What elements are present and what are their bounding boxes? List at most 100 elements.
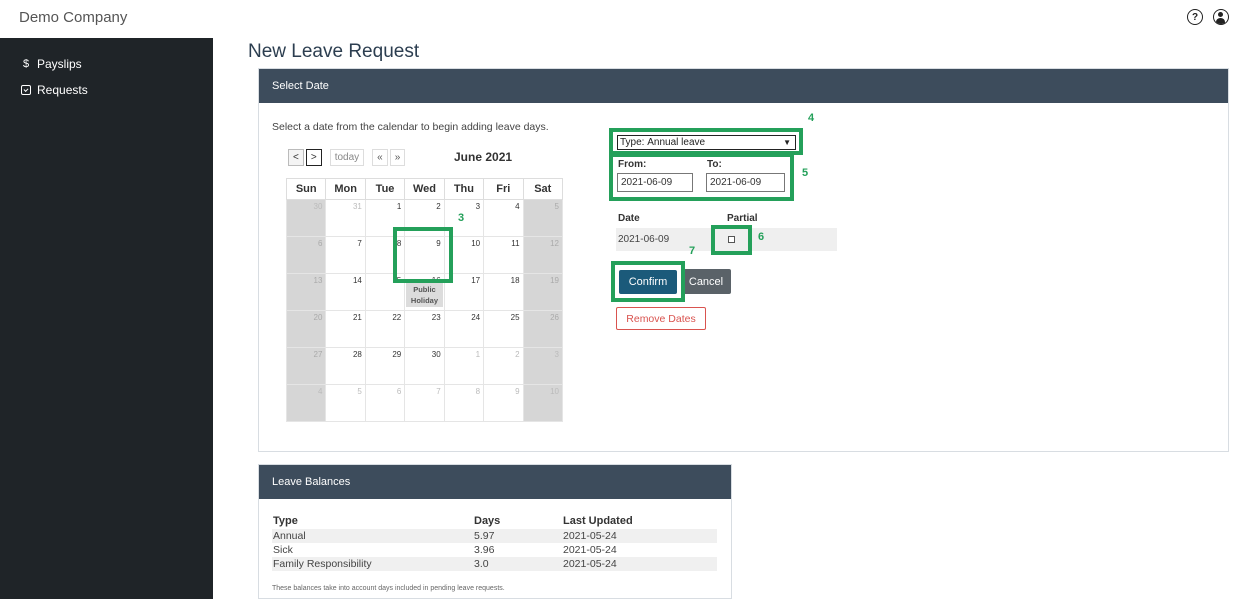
calendar-day-number: 7 [357,239,362,248]
annotation-box-3 [393,227,453,283]
calendar-month-title: June 2021 [454,150,513,164]
calendar-day[interactable]: 6 [364,384,406,422]
balance-row: Annual 5.97 2021-05-24 [272,529,717,543]
balance-cell: Family Responsibility [273,558,372,570]
calendar-day-number: 4 [515,202,520,211]
weekday-header: Wed [404,178,445,200]
sidebar-item-payslips[interactable]: $ Payslips [0,51,213,77]
calendar-day[interactable]: 22 [364,310,406,348]
calendar-day-number: 11 [511,239,520,248]
calendar-day-number: 31 [352,202,362,211]
calendar-week: 27 28 29 30 1 2 3 [285,347,564,385]
calendar-day-number: 30 [313,202,323,211]
sidebar-item-label: Payslips [37,57,82,71]
calendar-day[interactable]: 24 [443,310,485,348]
question-circle-icon[interactable]: ? [1187,9,1203,25]
balances-col-updated: Last Updated [563,515,633,527]
calendar-day-number: 12 [550,239,559,248]
calendar-day[interactable]: 1 [443,347,485,385]
weekday-header: Thu [443,178,485,200]
calendar-nav: < > today « » [288,149,406,166]
calendar-day-number: 4 [317,387,323,396]
calendar-day[interactable]: 3 [522,347,564,385]
annotation-box-5 [609,153,794,201]
calendar-day-number: 2 [515,350,520,359]
calendar-day[interactable]: 8 [443,384,485,422]
annotation-box-7 [611,261,685,302]
calendar-day-number: 7 [436,387,441,396]
calendar-day-number: 26 [550,313,559,322]
balance-row: Family Responsibility 3.0 2021-05-24 [272,557,717,571]
balance-cell: 5.97 [474,530,495,542]
calendar-day[interactable]: 7 [325,236,366,274]
calendar-day[interactable]: 30 [285,199,327,237]
calendar-day[interactable]: 9 [483,384,524,422]
sidebar-item-label: Requests [37,83,88,97]
today-button[interactable]: today [329,149,365,166]
weekday-header: Mon [325,178,366,200]
prev-month-button[interactable]: < [288,149,304,166]
calendar-day-number: 10 [471,239,481,248]
calendar-day-number: 21 [352,313,362,322]
balances-col-days: Days [474,515,501,527]
calendar-day[interactable]: 6 [285,236,327,274]
calendar-day[interactable]: 21 [325,310,366,348]
calendar-day[interactable]: 29 [364,347,406,385]
annotation-label-6: 6 [758,231,765,243]
calendar-day[interactable]: 4 [285,384,327,422]
calendar-day[interactable]: 10 [522,384,564,422]
annotation-label-3: 3 [458,212,465,224]
next-year-button[interactable]: » [389,149,406,166]
next-month-button[interactable]: > [305,149,322,166]
calendar-day[interactable]: 4 [483,199,524,237]
calendar-day[interactable]: 30 [404,347,445,385]
calendar-day[interactable]: 11 [483,236,524,274]
calendar-day[interactable]: 20 [285,310,327,348]
balances-col-type: Type [273,515,298,527]
calendar-day-number: 5 [554,202,559,211]
top-icons: ? [1187,9,1229,25]
public-holiday-label: Public Holiday [406,283,443,307]
balance-cell: 3.0 [474,558,489,570]
calendar-day-number: 5 [357,387,362,396]
calendar-day[interactable]: 13 [285,273,327,311]
cancel-button[interactable]: Cancel [681,269,731,294]
calendar-day-number: 20 [313,313,323,322]
calendar-day[interactable]: 19 [522,273,564,311]
calendar-day-number: 23 [431,313,441,322]
calendar-day[interactable]: 18 [483,273,524,311]
balance-cell: 2021-05-24 [563,530,617,542]
user-circle-icon[interactable] [1213,9,1229,25]
calendar-day[interactable]: 7 [404,384,445,422]
sidebar-item-requests[interactable]: Requests [0,77,213,103]
calendar-day[interactable]: 5 [522,199,564,237]
company-name: Demo Company [19,9,128,26]
calendar-day[interactable]: 27 [285,347,327,385]
calendar-day[interactable]: 31 [325,199,366,237]
calendar-day-number: 28 [352,350,362,359]
calendar-day-number: 3 [475,202,481,211]
calendar-day-number: 22 [392,313,402,322]
calendar-day[interactable]: 28 [325,347,366,385]
calendar-day-number: 8 [475,387,481,396]
calendar-week: 4 5 6 7 8 9 10 [285,384,564,422]
calendar-day-number: 19 [550,276,559,285]
calendar-day[interactable]: 26 [522,310,564,348]
dollar-icon: $ [22,58,30,70]
annotation-label-5: 5 [802,167,809,179]
balance-cell: Sick [273,544,293,556]
annotation-label-4: 4 [808,112,815,124]
calendar-day[interactable]: 5 [325,384,366,422]
calendar-day-number: 14 [352,276,362,285]
calendar-day-number: 18 [510,276,520,285]
calendar-day-number: 3 [554,350,559,359]
calendar-day[interactable]: 12 [522,236,564,274]
remove-dates-button[interactable]: Remove Dates [616,307,706,330]
calendar-day-number: 1 [475,350,481,359]
calendar-grid: Sun Mon Tue Wed Thu Fri Sat 30 31 1 2 3 4 5 6 7 8 9 10 11 1… [285,178,564,422]
calendar-day[interactable]: 25 [483,310,524,348]
calendar-day[interactable]: 2 [483,347,524,385]
calendar-day[interactable]: 14 [325,273,366,311]
calendar-day[interactable]: 23 [404,310,445,348]
prev-year-button[interactable]: « [372,149,388,166]
